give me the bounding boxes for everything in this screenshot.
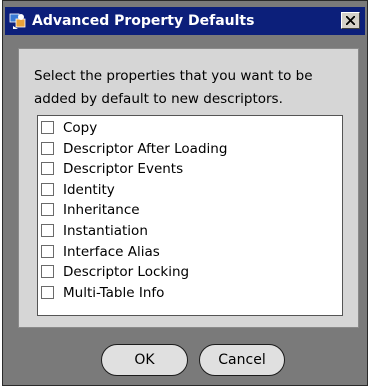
property-item-instantiation[interactable]: Instantiation xyxy=(38,223,342,244)
property-item-identity[interactable]: Identity xyxy=(38,182,342,203)
property-label: Descriptor Locking xyxy=(63,264,190,281)
checkbox[interactable] xyxy=(41,223,54,237)
checkbox[interactable] xyxy=(41,182,54,196)
property-label: Identity xyxy=(63,181,115,198)
checkbox[interactable] xyxy=(41,162,54,176)
property-item-descriptor-events[interactable]: Descriptor Events xyxy=(38,161,342,182)
property-label: Descriptor After Loading xyxy=(63,140,228,157)
close-icon xyxy=(346,16,355,25)
close-button[interactable] xyxy=(341,12,360,29)
property-label: Instantiation xyxy=(63,222,148,239)
property-item-inheritance[interactable]: Inheritance xyxy=(38,202,342,223)
property-list[interactable]: Copy Descriptor After Loading Descriptor… xyxy=(37,115,343,316)
instructions-text: Select the properties that you want to b… xyxy=(34,68,313,107)
content-panel: Select the properties that you want to b… xyxy=(18,48,359,328)
property-item-multi-table-info[interactable]: Multi-Table Info xyxy=(38,285,342,306)
property-label: Inheritance xyxy=(63,202,140,219)
app-icon xyxy=(9,12,27,30)
window-title: Advanced Property Defaults xyxy=(32,13,255,29)
property-item-descriptor-locking[interactable]: Descriptor Locking xyxy=(38,264,342,285)
title-bar[interactable]: Advanced Property Defaults xyxy=(5,7,365,35)
property-item-descriptor-after-loading[interactable]: Descriptor After Loading xyxy=(38,141,342,162)
checkbox[interactable] xyxy=(41,244,54,258)
property-label: Descriptor Events xyxy=(63,161,184,178)
property-label: Copy xyxy=(63,120,98,136)
ok-button[interactable]: OK xyxy=(101,344,188,376)
checkbox[interactable] xyxy=(41,265,54,279)
checkbox[interactable] xyxy=(41,285,54,299)
checkbox[interactable] xyxy=(41,141,54,155)
property-label: Interface Alias xyxy=(63,243,160,260)
checkbox[interactable] xyxy=(41,203,54,217)
property-item-copy[interactable]: Copy xyxy=(38,120,342,141)
dialog-window: Advanced Property Defaults Select the pr… xyxy=(2,0,368,386)
property-label: Multi-Table Info xyxy=(63,284,165,301)
checkbox[interactable] xyxy=(41,121,54,134)
cancel-button[interactable]: Cancel xyxy=(199,344,285,376)
property-item-interface-alias[interactable]: Interface Alias xyxy=(38,244,342,265)
